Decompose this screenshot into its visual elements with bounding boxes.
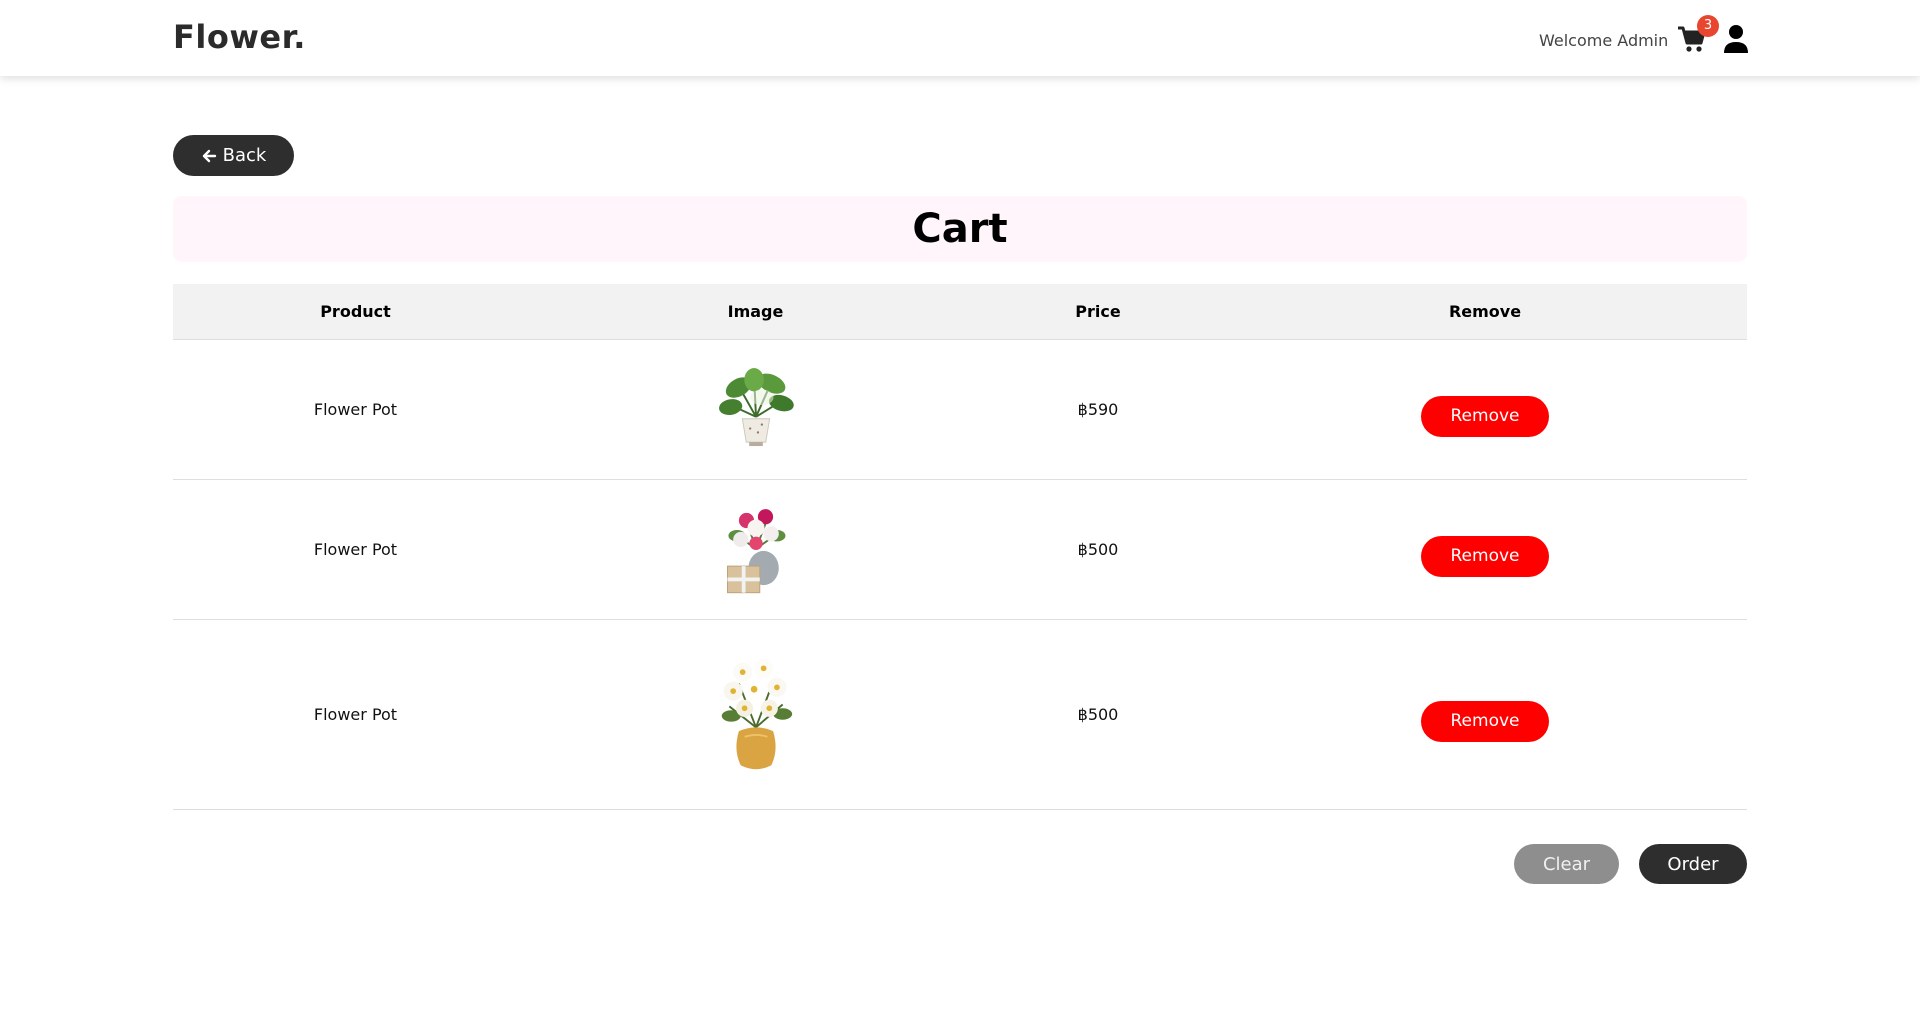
remove-button[interactable]: Remove [1421,535,1549,577]
welcome-text: Welcome Admin [1539,31,1669,50]
cart-table: Product Image Price Remove Flower Pot ฿5… [173,284,1747,810]
monstera-plant-image [718,368,794,447]
product-image-cell [538,619,973,810]
arrow-left-icon [202,149,216,162]
product-image-cell [538,479,973,620]
table-header-row: Product Image Price Remove [173,284,1747,340]
remove-cell: Remove [1223,619,1747,810]
column-header-product: Product [173,284,538,340]
clear-button[interactable]: Clear [1514,844,1619,884]
order-button[interactable]: Order [1639,844,1747,884]
product-name: Flower Pot [173,339,538,480]
user-button[interactable] [1723,24,1749,54]
column-header-price: Price [973,284,1223,340]
back-button-label: Back [222,145,267,166]
product-name: Flower Pot [173,479,538,620]
back-button[interactable]: Back [173,135,294,176]
remove-cell: Remove [1223,339,1747,480]
page-title: Cart [912,206,1008,252]
brand-logo[interactable]: Flower. [173,18,306,56]
roses-vase-image [726,509,785,594]
daisies-vase-image [721,658,792,770]
user-icon [1724,25,1748,53]
product-name: Flower Pot [173,619,538,810]
product-price: ฿500 [973,479,1223,620]
column-header-remove: Remove [1223,284,1747,340]
cart-title-banner: Cart [173,196,1747,262]
product-price: ฿500 [973,619,1223,810]
table-row: Flower Pot ฿500 Remove [173,479,1747,620]
table-row: Flower Pot ฿590 Remove [173,339,1747,480]
remove-button[interactable]: Remove [1421,395,1549,437]
remove-cell: Remove [1223,479,1747,620]
column-header-image: Image [538,284,973,340]
product-image-cell [538,339,973,480]
top-navbar: Flower. Welcome Admin 3 [0,0,1920,76]
remove-button[interactable]: Remove [1421,700,1549,742]
cart-count-badge: 3 [1697,15,1719,37]
table-row: Flower Pot ฿500 Remove [173,619,1747,810]
product-price: ฿590 [973,339,1223,480]
